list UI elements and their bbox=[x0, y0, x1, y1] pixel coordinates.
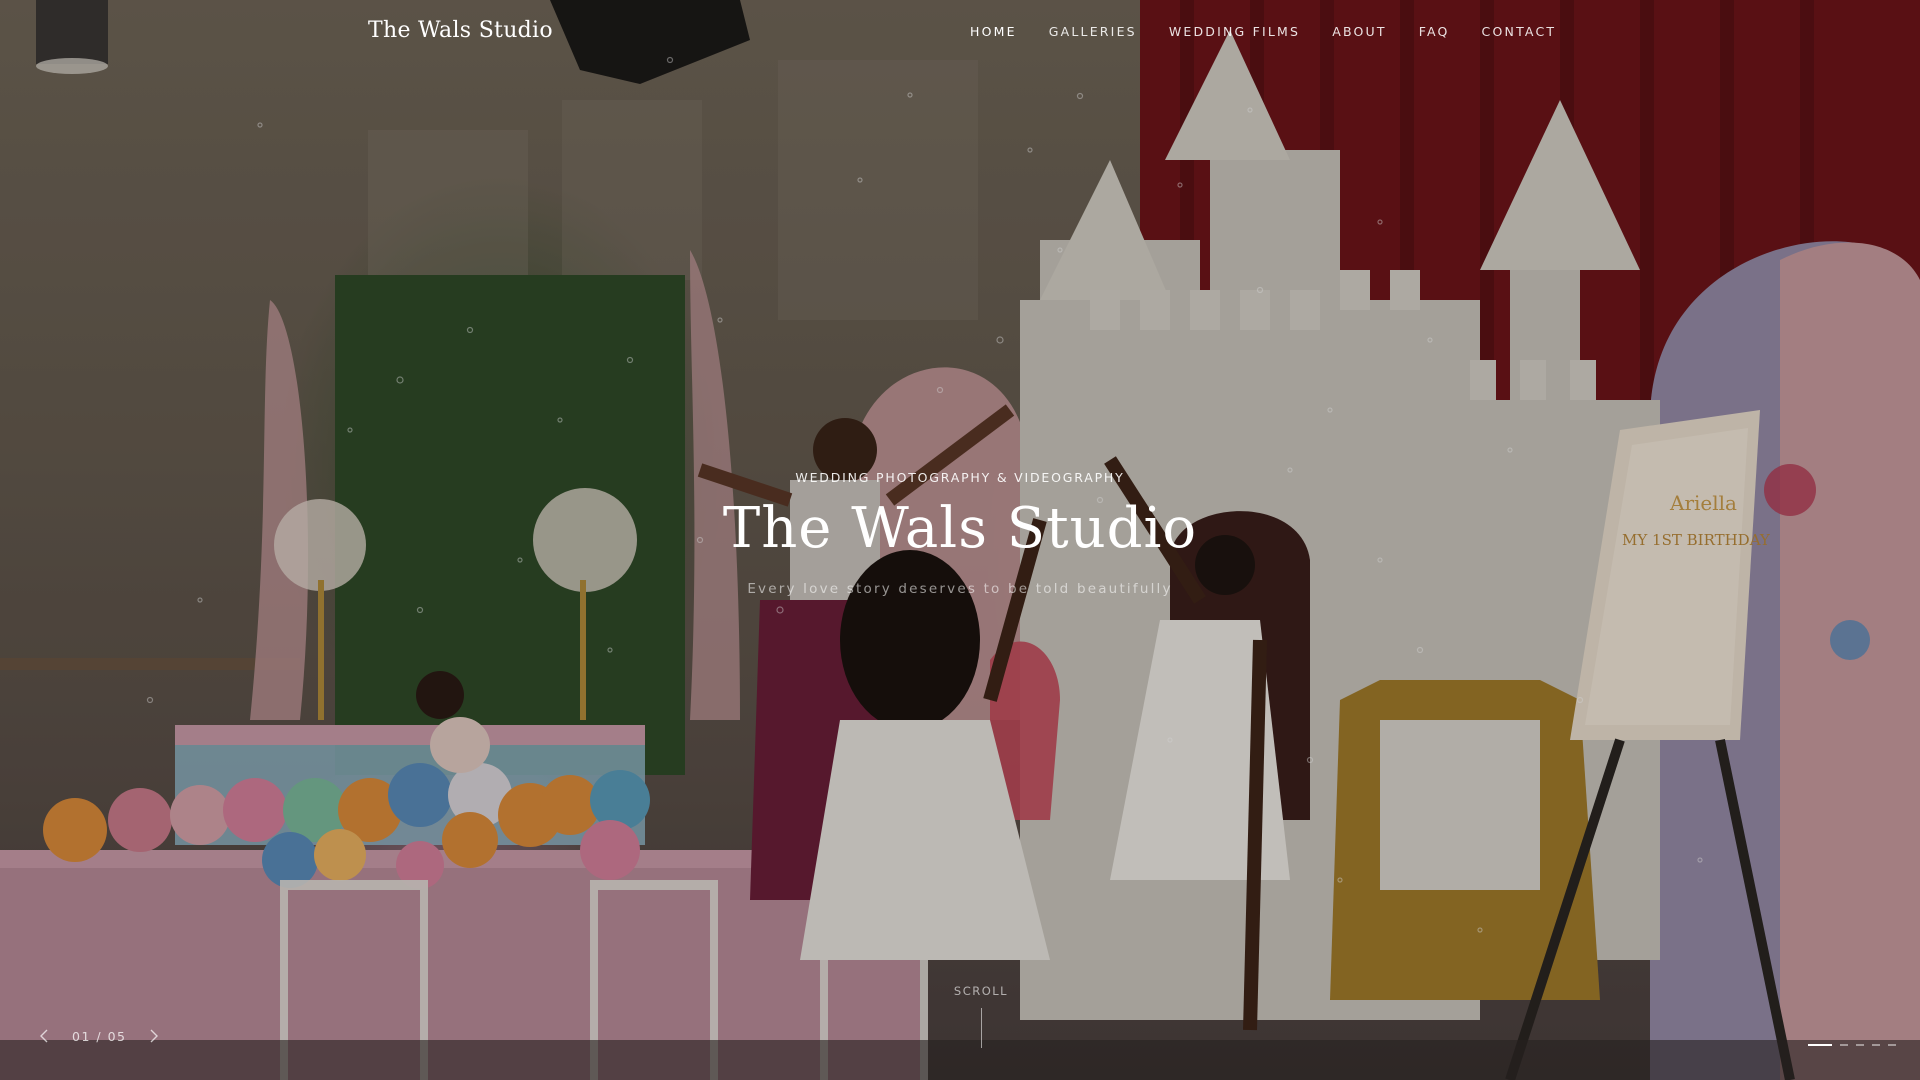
chevron-left-icon bbox=[40, 1029, 48, 1043]
slide-dot-1[interactable] bbox=[1808, 1044, 1832, 1046]
hero-text: WEDDING PHOTOGRAPHY & VIDEOGRAPHY The Wa… bbox=[0, 470, 1920, 597]
hero-section: Ariella MY 1ST BIRTHDAY The Wals Studio … bbox=[0, 0, 1920, 1080]
nav-about[interactable]: ABOUT bbox=[1332, 24, 1387, 39]
slide-counter: 01 / 05 bbox=[72, 1028, 127, 1044]
slide-controls: 01 / 05 bbox=[32, 1024, 166, 1048]
nav-contact[interactable]: CONTACT bbox=[1482, 24, 1557, 39]
slide-dot-2[interactable] bbox=[1840, 1044, 1848, 1046]
hero-title: The Wals Studio bbox=[722, 496, 1198, 561]
slide-dot-4[interactable] bbox=[1872, 1044, 1880, 1046]
slide-dots bbox=[1808, 1044, 1896, 1046]
hero-eyebrow: WEDDING PHOTOGRAPHY & VIDEOGRAPHY bbox=[795, 470, 1125, 485]
site-logo[interactable]: The Wals Studio bbox=[368, 18, 553, 43]
nav-galleries[interactable]: GALLERIES bbox=[1049, 24, 1137, 39]
prev-slide-button[interactable] bbox=[32, 1024, 56, 1048]
chevron-right-icon bbox=[150, 1029, 159, 1043]
scroll-label: SCROLL bbox=[953, 984, 1009, 998]
hero-tagline: Every love story deserves to be told bea… bbox=[747, 581, 1173, 597]
scroll-indicator[interactable]: SCROLL bbox=[931, 984, 1031, 1048]
slide-dot-5[interactable] bbox=[1888, 1044, 1896, 1046]
scroll-line bbox=[980, 1008, 982, 1048]
slide-dot-3[interactable] bbox=[1856, 1044, 1864, 1046]
main-nav: HOME GALLERIES WEDDING FILMS ABOUT FAQ C… bbox=[970, 24, 1556, 39]
nav-wedding-films[interactable]: WEDDING FILMS bbox=[1169, 24, 1300, 39]
next-slide-button[interactable] bbox=[142, 1024, 166, 1048]
nav-faq[interactable]: FAQ bbox=[1419, 24, 1450, 39]
nav-home[interactable]: HOME bbox=[970, 24, 1017, 39]
